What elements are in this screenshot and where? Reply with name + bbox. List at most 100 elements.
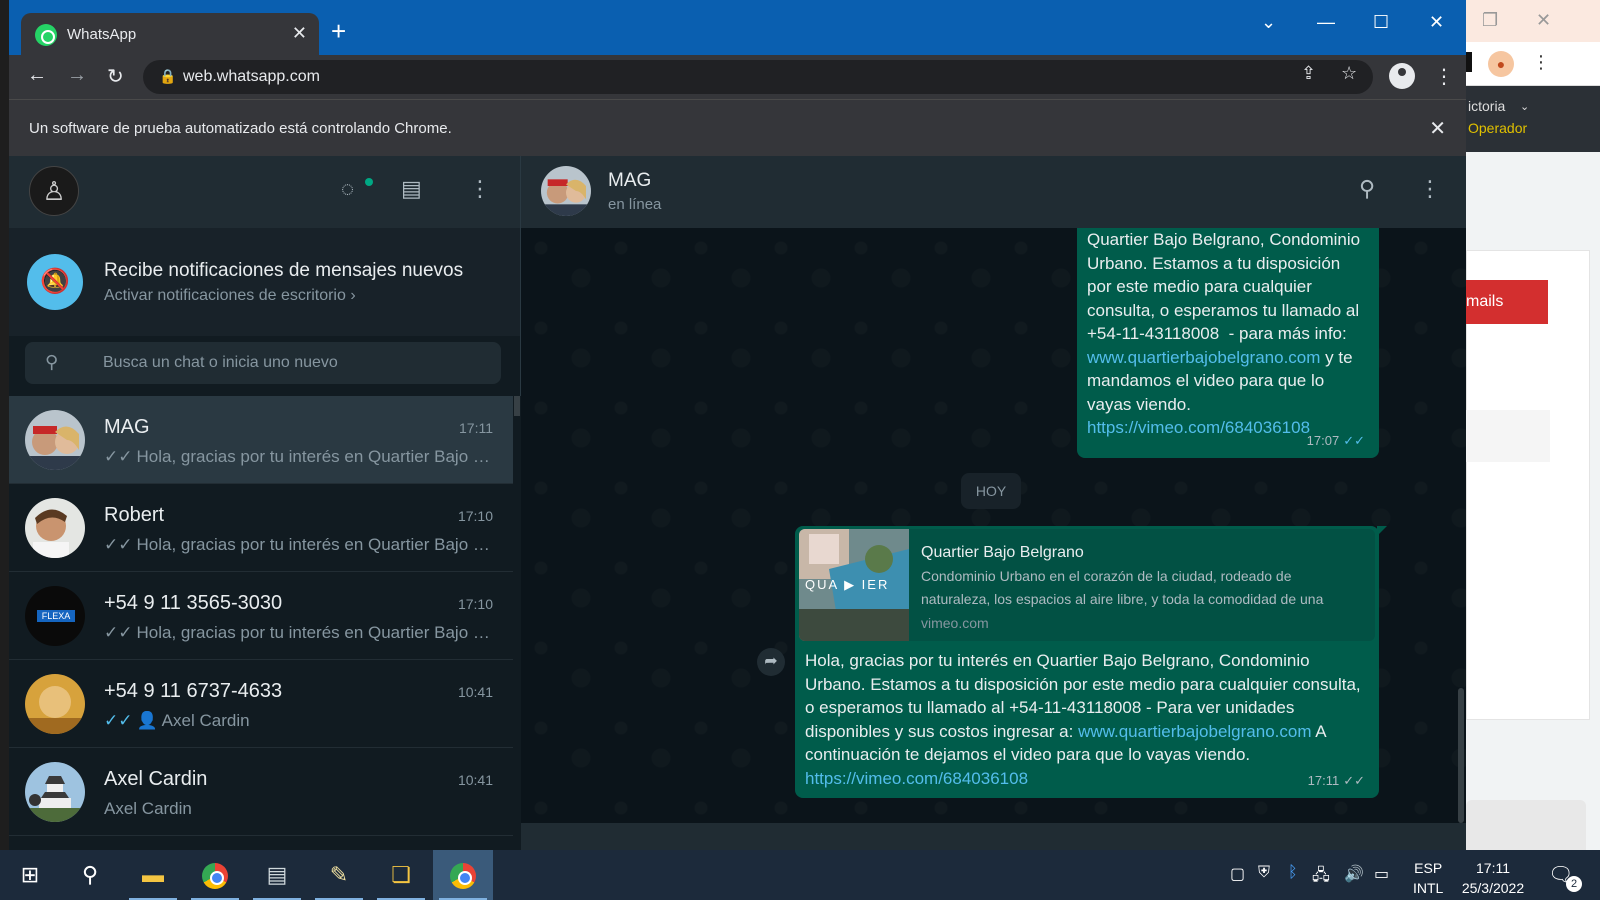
toolbar-edge [1466, 52, 1472, 72]
scanner-app-icon[interactable]: ▤ [247, 850, 307, 900]
windows-taskbar: ⊞ ⚲ ▬ ▤ ✎ ❏ ▢ ⛨ ᛒ 🖧 🔊 ▭ ESP INTL 17:11 25/… [0, 850, 1600, 900]
chat-item-robert[interactable]: Robert 17:10 ✓✓ Hola, gracias por tu inte… [9, 484, 513, 572]
menu-icon[interactable]: ⋮ [469, 176, 491, 202]
message-meta: 17:11 ✓✓ [1308, 769, 1365, 793]
flexa-logo: FLEXA [37, 610, 75, 622]
kebab-menu-icon[interactable]: ⋮ [1532, 52, 1550, 73]
chat-item-axel-cardin[interactable]: Axel Cardin 10:41 Axel Cardin [9, 748, 513, 836]
chrome-active-taskbar-icon[interactable] [433, 850, 493, 900]
background-bottom-panel [1466, 800, 1586, 850]
security-shield-icon[interactable]: ⛨ [1258, 864, 1270, 882]
user-name-text[interactable]: ictoria [1468, 98, 1505, 114]
emails-button[interactable]: mails [1466, 280, 1548, 324]
status-icon[interactable]: ◌ [341, 176, 354, 202]
menu-icon[interactable]: ⋮ [1419, 176, 1441, 202]
chat-time: 17:11 [459, 420, 493, 436]
chat-list-scrollbar[interactable] [513, 396, 521, 850]
bluetooth-icon[interactable]: ᛒ [1288, 864, 1298, 882]
bookmark-star-icon[interactable]: ☆ [1341, 63, 1357, 84]
conversation-scrollbar[interactable] [1458, 688, 1464, 823]
chrome-menu-icon[interactable]: ⋮ [1434, 64, 1454, 89]
background-window: ❐ ✕ ● ⋮ ictoria ⌄ Operador mails [1466, 0, 1600, 850]
chat-name: Axel Cardin [104, 768, 208, 790]
window-close-icon[interactable]: ✕ [1429, 12, 1444, 33]
notification-count-badge: 2 [1566, 876, 1582, 892]
search-icon[interactable]: ⚲ [60, 850, 120, 900]
paint-app-icon[interactable]: ✎ [309, 850, 369, 900]
forward-icon[interactable]: → [67, 64, 87, 87]
forward-icon[interactable]: ➦ [757, 648, 785, 676]
my-avatar[interactable]: ♙ [29, 166, 79, 216]
clock-date: 25/3/2022 [1461, 880, 1525, 896]
read-ticks-icon: ✓✓ [104, 711, 133, 730]
scrollbar-thumb[interactable] [514, 396, 520, 416]
conversation-header[interactable]: MAG en línea ⚲ ⋮ [521, 156, 1466, 228]
chat-time: 10:41 [457, 772, 493, 788]
message-meta: 17:07 ✓✓ [1307, 429, 1365, 453]
notification-banner[interactable]: 🔕 Recibe notificaciones de mensajes nuev… [9, 228, 520, 336]
language-code: ESP [1414, 860, 1443, 876]
message-body: Quartier Bajo Belgrano, Condominio Urban… [1087, 228, 1369, 440]
tab-search-icon[interactable]: ⌄ [1261, 12, 1276, 33]
chrome-taskbar-icon[interactable] [185, 850, 245, 900]
message-area: Quartier Bajo Belgrano, Condominio Urban… [521, 228, 1466, 823]
clock-time: 17:11 [1476, 860, 1510, 876]
outgoing-message[interactable]: Quartier Bajo Belgrano, Condominio Urban… [1077, 228, 1379, 458]
preview-title: Quartier Bajo Belgrano [921, 544, 1084, 561]
contact-name: MAG [608, 170, 652, 191]
input-language[interactable]: ESP INTL [1413, 858, 1443, 898]
chat-item-mag[interactable]: MAG 17:11 ✓✓ Hola, gracias por tu interés… [9, 396, 513, 484]
search-input[interactable] [103, 342, 483, 384]
keyboard-layout: INTL [1413, 880, 1444, 896]
volume-icon[interactable]: 🔊 [1344, 864, 1364, 884]
network-icon[interactable]: 🖧 [1312, 864, 1330, 891]
chevron-down-icon[interactable]: ⌄ [1520, 100, 1529, 113]
maximize-icon[interactable]: ☐ [1373, 12, 1389, 33]
chat-list: MAG 17:11 ✓✓ Hola, gracias por tu interés… [9, 396, 513, 850]
system-clock[interactable]: 17:11 25/3/2022 [1456, 858, 1530, 898]
python-app-icon[interactable]: ❏ [371, 850, 431, 900]
chat-item-phone-3565[interactable]: FLEXA +54 9 11 3565-3030 17:10 ✓✓ Hola, g… [9, 572, 513, 660]
video-thumbnail[interactable]: QUA ▶ IER [799, 529, 909, 641]
search-box[interactable]: ⚲ [25, 342, 501, 384]
website-link[interactable]: www.quartierbajobelgrano.com [1078, 722, 1311, 741]
back-icon[interactable]: ← [27, 64, 47, 87]
restore-icon[interactable]: ❐ [1482, 10, 1498, 31]
notification-title: Recibe notificaciones de mensajes nuevos [104, 260, 464, 281]
outgoing-message[interactable]: QUA ▶ IER Quartier Bajo Belgrano Condomi… [795, 526, 1387, 798]
tray-box-icon[interactable]: ▢ [1230, 864, 1245, 884]
vimeo-link[interactable]: https://vimeo.com/684036108 [805, 769, 1028, 788]
file-explorer-icon[interactable]: ▬ [123, 850, 183, 900]
whatsapp-app: ♙ ◌ ▤ ⋮ 🔕 Recibe notificaciones de mensa… [9, 156, 1466, 850]
infobar-close-icon[interactable]: ✕ [1429, 116, 1446, 141]
profile-icon[interactable] [1389, 63, 1415, 89]
avatar [25, 674, 85, 734]
reload-icon[interactable]: ↻ [107, 64, 124, 89]
url-text[interactable]: web.whatsapp.com [183, 68, 320, 86]
website-link[interactable]: www.quartierbajobelgrano.com [1087, 348, 1320, 367]
person-icon: 👤 [136, 711, 158, 730]
address-bar[interactable]: 🔒 web.whatsapp.com [143, 60, 1373, 94]
chat-item-phone-6737[interactable]: +54 9 11 6737-4633 10:41 ✓✓ 👤 Axel Cardin [9, 660, 513, 748]
battery-icon[interactable]: ▭ [1374, 864, 1389, 884]
link-preview[interactable]: QUA ▶ IER Quartier Bajo Belgrano Condomi… [799, 529, 1375, 641]
preview-description: Condominio Urbano en el corazón de la ci… [921, 568, 1324, 607]
contact-avatar[interactable] [541, 166, 591, 216]
tab-close-icon[interactable]: ✕ [292, 23, 307, 44]
close-icon[interactable]: ✕ [1536, 10, 1551, 31]
new-tab-icon[interactable]: + [331, 18, 346, 44]
new-chat-icon[interactable]: ▤ [401, 176, 422, 202]
vimeo-link[interactable]: https://vimeo.com/684036108 [1087, 418, 1310, 437]
search-icon[interactable]: ⚲ [1359, 176, 1375, 202]
profile-icon[interactable]: ● [1488, 51, 1514, 77]
enable-notifications-link[interactable]: Activar notificaciones de escritorio › [104, 287, 356, 305]
tab-whatsapp[interactable]: WhatsApp ✕ [21, 13, 319, 57]
avatar [25, 410, 85, 470]
minimize-icon[interactable]: — [1317, 12, 1335, 33]
share-icon[interactable]: ⇪ [1301, 63, 1316, 84]
date-divider: HOY [961, 473, 1021, 509]
compose-bar[interactable] [521, 823, 1466, 850]
windows-start-icon[interactable]: ⊞ [0, 850, 60, 900]
chat-preview-text: Hola, gracias por tu interés en Quartier… [136, 535, 495, 554]
lock-icon[interactable]: 🔒 [159, 68, 176, 85]
